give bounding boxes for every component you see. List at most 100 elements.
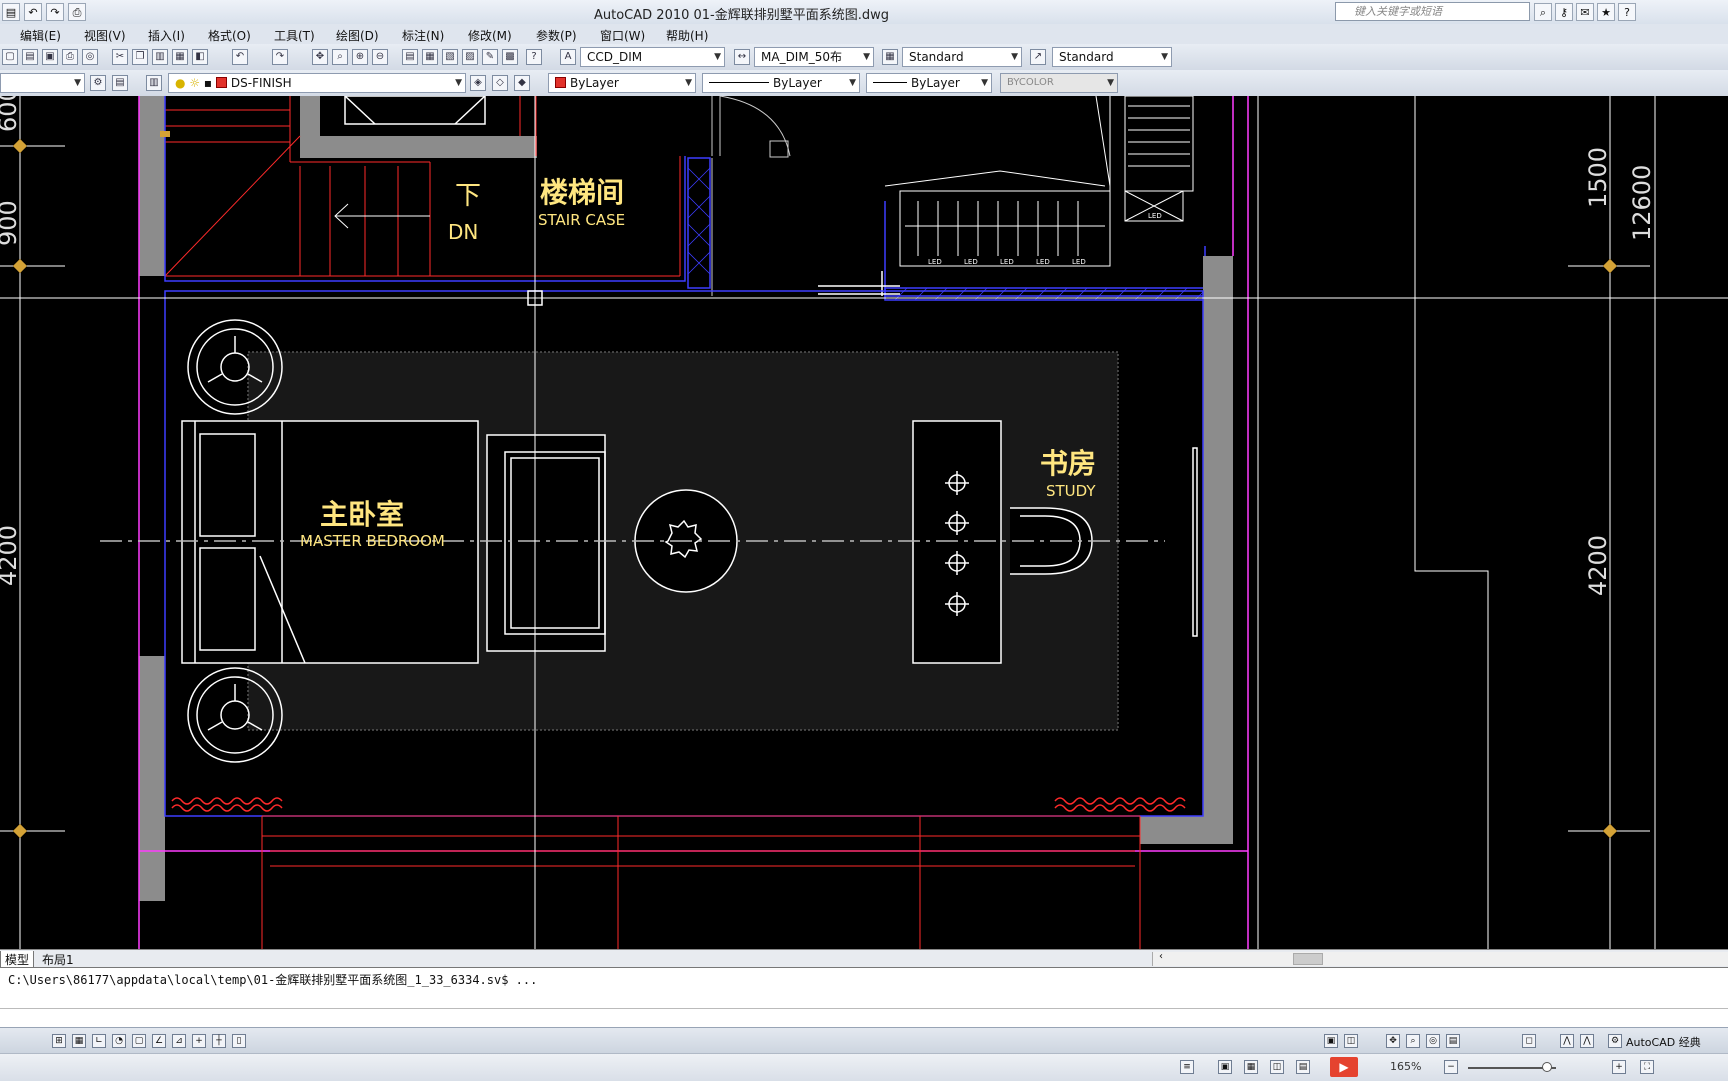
communication-icon[interactable]: ✉ xyxy=(1576,3,1594,21)
fit-screen-icon[interactable]: ⛶ xyxy=(1640,1060,1654,1074)
menu-edit[interactable]: 编辑(E) xyxy=(20,27,61,44)
zoom-slider-knob[interactable] xyxy=(1542,1062,1552,1072)
grid-view-icon[interactable]: ▦ xyxy=(1244,1060,1258,1074)
menu-window[interactable]: 窗口(W) xyxy=(600,27,645,44)
star-icon[interactable]: ★ xyxy=(1597,3,1615,21)
tool-palettes-icon[interactable]: ▧ xyxy=(442,49,458,65)
calculator-icon[interactable]: ▩ xyxy=(502,49,518,65)
properties-icon[interactable]: ▤ xyxy=(402,49,418,65)
zoom-in-icon[interactable]: + xyxy=(1612,1060,1626,1074)
maximize-viewport-icon[interactable]: ◻ xyxy=(1522,1034,1536,1048)
layer-manager-icon[interactable]: ▤ xyxy=(112,75,128,91)
preview-icon[interactable]: ◎ xyxy=(82,49,98,65)
print-icon[interactable]: ⎙ xyxy=(68,3,86,21)
model-space-icon[interactable]: ▣ xyxy=(1324,1034,1338,1048)
help-toolbar-icon[interactable]: ? xyxy=(526,49,542,65)
search-input[interactable]: 键入关键字或短语 xyxy=(1335,2,1530,21)
color-select[interactable]: ByLayer ▼ xyxy=(548,73,696,93)
scrollbar-thumb[interactable] xyxy=(1293,953,1323,965)
dim-style-select[interactable]: MA_DIM_50布 ▼ xyxy=(754,47,874,67)
screenshot-icon[interactable]: ▤ xyxy=(1296,1060,1310,1074)
design-center-icon[interactable]: ▦ xyxy=(422,49,438,65)
showmotion-icon[interactable]: ▤ xyxy=(1446,1034,1460,1048)
cut-icon[interactable]: ✂ xyxy=(112,49,128,65)
text-style-select[interactable]: CCD_DIM ▼ xyxy=(580,47,725,67)
list-icon[interactable]: ≡ xyxy=(1180,1060,1194,1074)
redo-toolbar-icon[interactable]: ↷ xyxy=(272,49,288,65)
pan-icon[interactable]: ✥ xyxy=(312,49,328,65)
undo-toolbar-icon[interactable]: ↶ xyxy=(232,49,248,65)
binoculars-icon[interactable]: ⌕ xyxy=(1534,3,1552,21)
split-view-icon[interactable]: ◫ xyxy=(1270,1060,1284,1074)
menu-draw[interactable]: 绘图(D) xyxy=(336,27,379,44)
multileader-style-icon[interactable]: ↗ xyxy=(1030,49,1046,65)
layer-states-icon[interactable]: ▥ xyxy=(146,75,162,91)
dyn-icon[interactable]: + xyxy=(192,1034,206,1048)
menu-dimension[interactable]: 标注(N) xyxy=(402,27,444,44)
block-editor-icon[interactable]: ◧ xyxy=(192,49,208,65)
new-icon[interactable]: ▢ xyxy=(2,49,18,65)
layer-iso-icon[interactable]: ◆ xyxy=(514,75,530,91)
layer-previous-icon[interactable]: ◇ xyxy=(492,75,508,91)
zoom-slider[interactable] xyxy=(1468,1062,1556,1072)
chevron-left-icon[interactable]: ‹ xyxy=(1159,951,1163,962)
zoom-window-icon[interactable]: ⊕ xyxy=(352,49,368,65)
zoom-out-icon[interactable]: − xyxy=(1444,1060,1458,1074)
markup-icon[interactable]: ✎ xyxy=(482,49,498,65)
plotstyle-select[interactable]: BYCOLOR ▼ xyxy=(1000,73,1118,93)
help-icon[interactable]: ? xyxy=(1618,3,1636,21)
polar-icon[interactable]: ◔ xyxy=(112,1034,126,1048)
paste-icon[interactable]: ▥ xyxy=(152,49,168,65)
make-current-layer-icon[interactable]: ◈ xyxy=(470,75,486,91)
layer-select[interactable]: ● ☼ ▪ DS-FINISH ▼ xyxy=(168,73,466,93)
menu-tools[interactable]: 工具(T) xyxy=(274,27,315,44)
command-line[interactable]: C:\Users\86177\appdata\local\temp\01-金辉联… xyxy=(0,967,1728,1028)
lwt-icon[interactable]: ┼ xyxy=(212,1034,226,1048)
table-style-select[interactable]: Standard ▼ xyxy=(902,47,1022,67)
multileader-style-select[interactable]: Standard ▼ xyxy=(1052,47,1172,67)
quick-view-icon[interactable]: ◫ xyxy=(1344,1034,1358,1048)
gear-icon[interactable]: ⚙ xyxy=(90,75,106,91)
view-icon[interactable]: ▣ xyxy=(1218,1060,1232,1074)
menu-format[interactable]: 格式(O) xyxy=(208,27,251,44)
sheet-set-icon[interactable]: ▨ xyxy=(462,49,478,65)
menu-view[interactable]: 视图(V) xyxy=(84,27,126,44)
workspace-label[interactable]: AutoCAD 经典 xyxy=(1626,1034,1701,1050)
table-style-icon[interactable]: ▦ xyxy=(882,49,898,65)
menu-modify[interactable]: 修改(M) xyxy=(468,27,512,44)
save-icon[interactable]: ▣ xyxy=(42,49,58,65)
drawing-canvas[interactable]: LED LED LED LED LED LED 下 DN 楼梯间 STAIR C… xyxy=(0,96,1728,949)
pan-status-icon[interactable]: ✥ xyxy=(1386,1034,1400,1048)
steering-wheel-icon[interactable]: ◎ xyxy=(1426,1034,1440,1048)
key-icon[interactable]: ⚷ xyxy=(1555,3,1573,21)
menu-parametric[interactable]: 参数(P) xyxy=(536,27,577,44)
grid-icon[interactable]: ▦ xyxy=(72,1034,86,1048)
snap-icon[interactable]: ⊞ xyxy=(52,1034,66,1048)
ducs-icon[interactable]: ⊿ xyxy=(172,1034,186,1048)
menu-insert[interactable]: 插入(I) xyxy=(148,27,185,44)
play-button[interactable]: ▶ xyxy=(1330,1057,1358,1077)
zoom-realtime-icon[interactable]: ⌕ xyxy=(332,49,348,65)
workspace-select[interactable]: ▼ xyxy=(0,73,85,93)
workspace-gear-icon[interactable]: ⚙ xyxy=(1608,1034,1622,1048)
plot-icon[interactable]: ⎙ xyxy=(62,49,78,65)
otrack-icon[interactable]: ∠ xyxy=(152,1034,166,1048)
ortho-icon[interactable]: ∟ xyxy=(92,1034,106,1048)
zoom-status-icon[interactable]: ⌕ xyxy=(1406,1034,1420,1048)
text-style-icon[interactable]: A xyxy=(560,49,576,65)
open-icon[interactable]: ▤ xyxy=(2,3,20,21)
annotation-scale-icon[interactable]: ⋀ xyxy=(1560,1034,1574,1048)
horizontal-scrollbar[interactable]: ‹ xyxy=(1152,951,1728,966)
match-properties-icon[interactable]: ▦ xyxy=(172,49,188,65)
dim-style-icon[interactable]: ↔ xyxy=(734,49,750,65)
zoom-previous-icon[interactable]: ⊖ xyxy=(372,49,388,65)
annotation-visibility-icon[interactable]: ⋀ xyxy=(1580,1034,1594,1048)
linetype-select[interactable]: ByLayer ▼ xyxy=(702,73,860,93)
redo-icon[interactable]: ↷ xyxy=(46,3,64,21)
qp-icon[interactable]: ▯ xyxy=(232,1034,246,1048)
open-file-icon[interactable]: ▤ xyxy=(22,49,38,65)
undo-icon[interactable]: ↶ xyxy=(24,3,42,21)
tab-layout1[interactable]: 布局1 xyxy=(38,951,78,968)
menu-help[interactable]: 帮助(H) xyxy=(666,27,708,44)
lineweight-select[interactable]: ByLayer ▼ xyxy=(866,73,992,93)
